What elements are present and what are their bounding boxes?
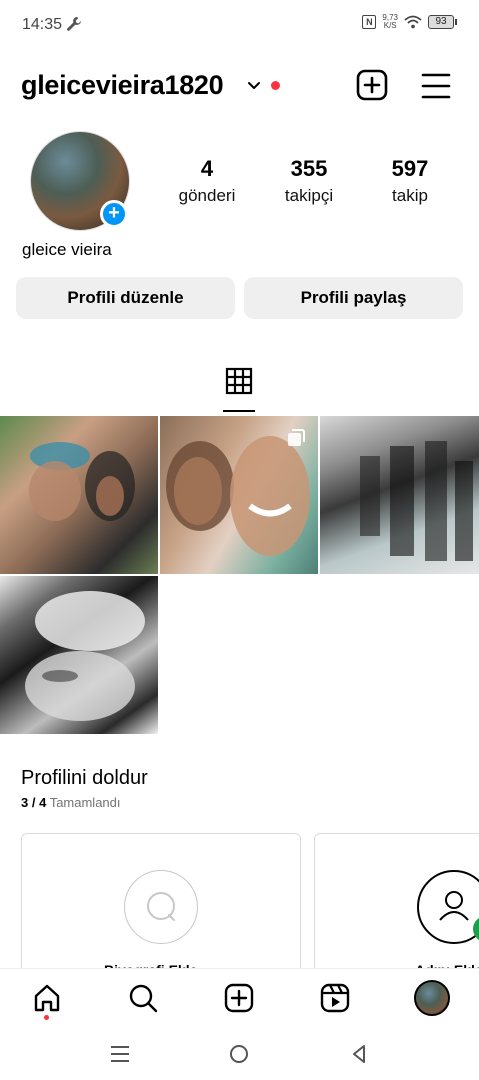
create-icon[interactable]: [222, 981, 256, 1015]
stat-following-label: takip: [392, 186, 428, 205]
back-icon[interactable]: [347, 1042, 371, 1066]
battery-level: 93: [428, 15, 454, 29]
stat-following-value: 597: [391, 156, 429, 181]
network-speed-unit: K/S: [383, 21, 397, 30]
battery-icon: 93: [428, 15, 457, 29]
home-notification-dot: [44, 1015, 49, 1020]
progress-label: Tamamlandı: [49, 795, 121, 810]
active-tab-indicator: [223, 410, 255, 412]
wrench-icon: [67, 17, 81, 31]
notification-dot: [271, 81, 280, 90]
post-photo: [25, 591, 145, 721]
progress-count: 3 / 4: [21, 795, 47, 810]
stat-followers-label: takipçi: [284, 186, 334, 205]
stat-posts-label: gönderi: [178, 186, 236, 205]
complete-profile-title: Profilini doldur: [21, 767, 148, 789]
post-photo: [29, 442, 135, 521]
home-circle-icon[interactable]: [227, 1042, 251, 1066]
post-thumbnail[interactable]: [160, 416, 318, 574]
stat-followers-value: 355: [290, 156, 328, 181]
post-thumbnail[interactable]: [320, 416, 479, 574]
share-profile-button[interactable]: Profili paylaş: [244, 277, 463, 319]
bottom-nav: [0, 968, 479, 1028]
edit-profile-button[interactable]: Profili düzenle: [16, 277, 235, 319]
complete-profile-progress: 3 / 4 Tamamlandı: [21, 795, 121, 810]
status-bar: 14:35 N 9,73 K/S 93: [0, 0, 479, 52]
search-icon[interactable]: [126, 981, 160, 1015]
profile-avatar: [414, 980, 450, 1016]
chat-bubble-icon: [124, 870, 198, 944]
stat-posts-value: 4: [200, 156, 214, 181]
network-speed: 9,73 K/S: [382, 14, 398, 30]
stat-followers[interactable]: 355 takipçi: [274, 156, 344, 206]
home-icon[interactable]: [30, 981, 64, 1015]
username[interactable]: gleicevieira1820: [21, 70, 224, 101]
profile-tab[interactable]: [412, 978, 452, 1018]
stat-following[interactable]: 597 takip: [378, 156, 442, 206]
multiple-photos-icon: [288, 429, 305, 446]
profile-header: gleicevieira1820: [0, 62, 479, 110]
user-icon: [417, 870, 479, 944]
add-story-button[interactable]: +: [100, 200, 128, 228]
full-name: gleice vieira: [22, 240, 112, 259]
post-thumbnail[interactable]: [0, 416, 158, 574]
wifi-icon: [404, 15, 422, 29]
recents-icon[interactable]: [108, 1042, 132, 1066]
chevron-down-icon[interactable]: [246, 78, 262, 94]
stat-posts[interactable]: 4 gönderi: [174, 156, 240, 206]
system-navigation: [0, 1028, 479, 1080]
add-bio-card[interactable]: Biyografi Ekle: [21, 833, 301, 983]
status-time: 14:35: [22, 16, 63, 33]
grid-icon[interactable]: [224, 366, 254, 396]
nfc-icon: N: [362, 15, 377, 29]
profile-avatar[interactable]: +: [30, 131, 130, 231]
post-photo: [360, 441, 473, 561]
add-name-card[interactable]: Adını Ekle: [314, 833, 479, 983]
menu-icon[interactable]: [420, 71, 452, 101]
post-thumbnail[interactable]: [0, 576, 158, 734]
new-post-icon[interactable]: [356, 69, 388, 101]
reels-icon[interactable]: [318, 981, 352, 1015]
